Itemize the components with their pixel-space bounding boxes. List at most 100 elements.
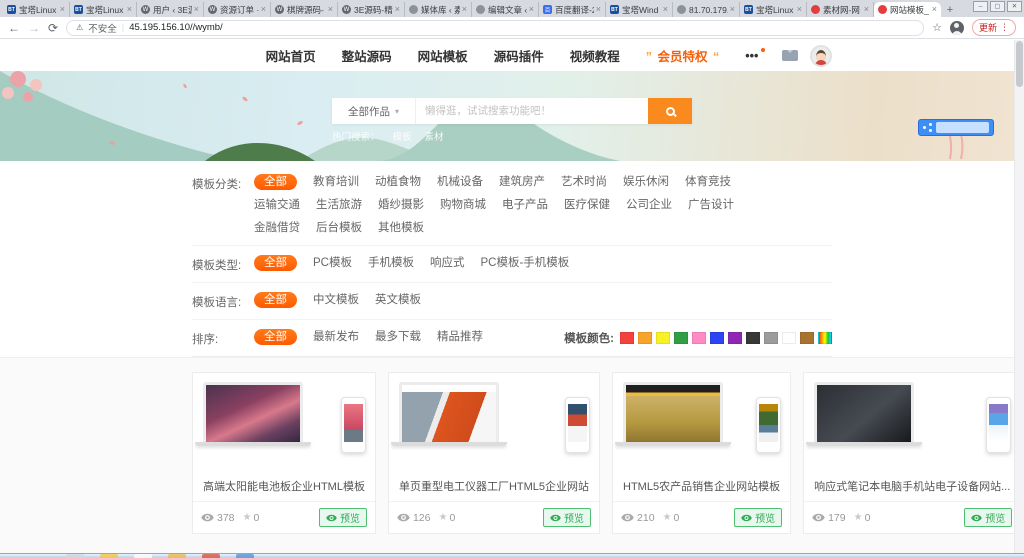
browser-tab[interactable]: 百度翻译-2 × bbox=[539, 2, 606, 17]
download-widget[interactable] bbox=[918, 119, 994, 136]
browser-tab[interactable]: 媒体库 ‹ 素 × bbox=[405, 2, 472, 17]
filter-option[interactable]: 其他模板 bbox=[378, 220, 424, 236]
browser-tab[interactable]: 资源订单 · × bbox=[204, 2, 271, 17]
filter-option[interactable]: 中文模板 bbox=[313, 292, 359, 308]
template-preview-image[interactable] bbox=[804, 373, 1020, 469]
browser-tab[interactable]: 用户 ‹ 3E源 × bbox=[137, 2, 204, 17]
color-swatch[interactable] bbox=[710, 332, 724, 344]
filter-option[interactable]: 婚纱摄影 bbox=[378, 197, 424, 213]
filter-option[interactable]: 生活旅游 bbox=[316, 197, 362, 213]
user-avatar[interactable] bbox=[810, 45, 832, 67]
filter-option[interactable]: 医疗保健 bbox=[564, 197, 610, 213]
tab-close-icon[interactable]: × bbox=[596, 5, 601, 14]
tab-close-icon[interactable]: × bbox=[395, 5, 400, 14]
filter-option[interactable]: 广告设计 bbox=[688, 197, 734, 213]
template-card[interactable]: HTML5农产品销售企业网站模板 210 ★ 0 预览 bbox=[612, 372, 791, 534]
browser-tab[interactable]: 宝塔Linux × bbox=[3, 2, 70, 17]
template-title[interactable]: 单页重型电工仪器工厂HTML5企业网站 bbox=[389, 469, 599, 501]
template-preview-image[interactable] bbox=[613, 373, 790, 469]
template-preview-image[interactable] bbox=[389, 373, 599, 469]
filter-option[interactable]: 娱乐休闲 bbox=[623, 174, 669, 190]
tab-close-icon[interactable]: × bbox=[797, 5, 802, 14]
color-swatch[interactable] bbox=[818, 332, 832, 344]
filter-option[interactable]: 金融借贷 bbox=[254, 220, 300, 236]
tab-close-icon[interactable]: × bbox=[328, 5, 333, 14]
template-title[interactable]: 响应式笔记本电脑手机站电子设备网站... bbox=[804, 469, 1020, 501]
bookmark-icon[interactable]: ☆ bbox=[932, 21, 942, 34]
filter-option[interactable]: 公司企业 bbox=[626, 197, 672, 213]
site-nav-item[interactable]: 会员特权 bbox=[646, 46, 719, 65]
template-title[interactable]: HTML5农产品销售企业网站模板 bbox=[613, 469, 790, 501]
taskbar-icon[interactable] bbox=[168, 554, 186, 558]
color-swatch[interactable] bbox=[620, 332, 634, 344]
browser-update-button[interactable]: 更新 ⋮ bbox=[972, 19, 1016, 36]
taskbar-icon[interactable] bbox=[202, 554, 220, 558]
filter-option[interactable]: 全部 bbox=[254, 329, 297, 345]
filter-option[interactable]: 运输交通 bbox=[254, 197, 300, 213]
template-title[interactable]: 高端太阳能电池板企业HTML模板 bbox=[193, 469, 375, 501]
taskbar-icon[interactable] bbox=[236, 554, 254, 558]
color-swatch[interactable] bbox=[728, 332, 742, 344]
filter-option[interactable]: 英文模板 bbox=[375, 292, 421, 308]
filter-option[interactable]: 电子产品 bbox=[502, 197, 548, 213]
preview-button[interactable]: 预览 bbox=[543, 508, 591, 527]
site-nav-item[interactable]: 源码插件 bbox=[494, 46, 544, 65]
new-tab-button[interactable]: + bbox=[941, 2, 959, 17]
profile-icon[interactable] bbox=[950, 21, 964, 35]
back-icon[interactable]: ← bbox=[8, 22, 20, 34]
tab-close-icon[interactable]: × bbox=[127, 5, 132, 14]
site-nav-item[interactable]: 网站模板 bbox=[418, 46, 468, 65]
reload-icon[interactable]: ⟳ bbox=[48, 22, 58, 34]
site-nav-item[interactable]: 网站首页 bbox=[266, 46, 316, 65]
mail-icon[interactable] bbox=[782, 50, 798, 61]
filter-option[interactable]: 响应式 bbox=[430, 255, 465, 271]
site-nav-item[interactable]: 视频教程 bbox=[570, 46, 620, 65]
search-button[interactable] bbox=[648, 98, 692, 124]
browser-tab[interactable]: 网站模板_ × bbox=[874, 2, 941, 17]
minimize-icon[interactable]: – bbox=[973, 1, 988, 12]
tab-close-icon[interactable]: × bbox=[529, 5, 534, 14]
filter-option[interactable]: 手机模板 bbox=[368, 255, 414, 271]
color-swatch[interactable] bbox=[674, 332, 688, 344]
filter-option[interactable]: 艺术时尚 bbox=[561, 174, 607, 190]
hot-search-link[interactable]: 素材 bbox=[425, 129, 444, 143]
restore-icon[interactable]: ▢ bbox=[990, 1, 1005, 12]
filter-option[interactable]: 建筑房产 bbox=[499, 174, 545, 190]
filter-option[interactable]: PC模板 bbox=[313, 255, 352, 271]
search-input[interactable] bbox=[416, 98, 648, 124]
filter-option[interactable]: 动植食物 bbox=[375, 174, 421, 190]
browser-tab[interactable]: 素材网-网 × bbox=[807, 2, 874, 17]
color-swatch[interactable] bbox=[800, 332, 814, 344]
color-swatch[interactable] bbox=[638, 332, 652, 344]
filter-option[interactable]: 全部 bbox=[254, 255, 297, 271]
filter-option[interactable]: 最新发布 bbox=[313, 329, 359, 345]
filter-option[interactable]: 购物商城 bbox=[440, 197, 486, 213]
close-icon[interactable]: ✕ bbox=[1007, 1, 1022, 12]
template-card[interactable]: 单页重型电工仪器工厂HTML5企业网站 126 ★ 0 预览 bbox=[388, 372, 600, 534]
forward-icon[interactable]: → bbox=[28, 22, 40, 34]
browser-tab[interactable]: 宝塔Wind × bbox=[606, 2, 673, 17]
browser-tab[interactable]: 棋牌源码- × bbox=[271, 2, 338, 17]
tab-close-icon[interactable]: × bbox=[60, 5, 65, 14]
preview-button[interactable]: 预览 bbox=[964, 508, 1012, 527]
filter-option[interactable]: 全部 bbox=[254, 292, 297, 308]
filter-option[interactable]: 机械设备 bbox=[437, 174, 483, 190]
url-field[interactable]: ⚠ 不安全 | 45.195.156.10//wymb/ bbox=[66, 20, 924, 36]
template-card[interactable]: 响应式笔记本电脑手机站电子设备网站... 179 ★ 0 预览 bbox=[803, 372, 1021, 534]
tab-close-icon[interactable]: × bbox=[663, 5, 668, 14]
filter-option[interactable]: 全部 bbox=[254, 174, 297, 190]
preview-button[interactable]: 预览 bbox=[734, 508, 782, 527]
color-swatch[interactable] bbox=[656, 332, 670, 344]
tab-close-icon[interactable]: × bbox=[194, 5, 199, 14]
taskbar-icon[interactable] bbox=[66, 554, 84, 558]
tab-close-icon[interactable]: × bbox=[261, 5, 266, 14]
color-swatch[interactable] bbox=[746, 332, 760, 344]
filter-option[interactable]: 精品推荐 bbox=[437, 329, 483, 345]
search-category-dropdown[interactable]: 全部作品 ▾ bbox=[332, 98, 416, 124]
template-preview-image[interactable] bbox=[193, 373, 375, 469]
tab-close-icon[interactable]: × bbox=[462, 5, 467, 14]
site-nav-item[interactable]: ••• bbox=[745, 49, 758, 63]
site-nav-item[interactable]: 整站源码 bbox=[342, 46, 392, 65]
browser-tab[interactable]: 3E源码-精 × bbox=[338, 2, 405, 17]
filter-option[interactable]: 体育竞技 bbox=[685, 174, 731, 190]
